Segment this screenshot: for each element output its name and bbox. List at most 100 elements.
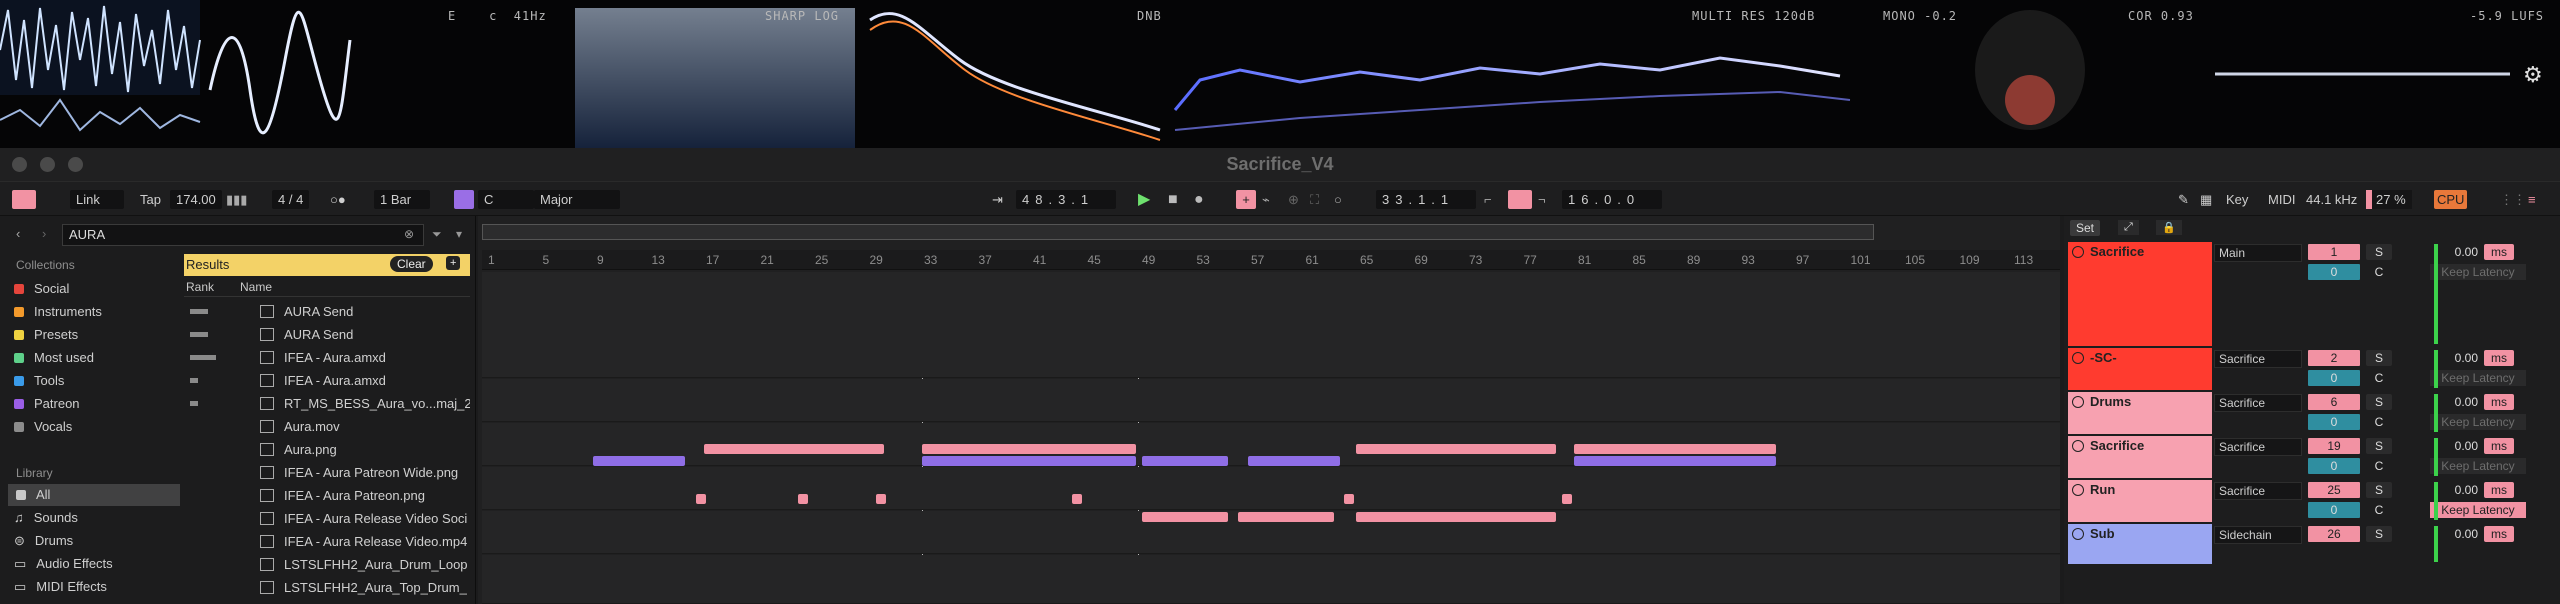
track-lane[interactable]: [482, 467, 2060, 510]
add-filter-icon[interactable]: +: [446, 256, 461, 270]
automation-icon[interactable]: ⌁: [1262, 190, 1270, 209]
result-item[interactable]: IFEA - Aura Patreon Wide.png: [184, 461, 470, 484]
collection-presets[interactable]: Presets: [14, 324, 78, 346]
solo-button[interactable]: S: [2366, 438, 2392, 454]
result-item[interactable]: IFEA - Aura Release Video.mp4: [184, 530, 470, 553]
stop-button[interactable]: ■: [1168, 190, 1178, 209]
result-item[interactable]: IFEA - Aura.amxd: [184, 369, 470, 392]
lock-icon[interactable]: 🔒: [2156, 220, 2182, 235]
solo-button[interactable]: S: [2366, 244, 2392, 260]
key-map-button[interactable]: Key: [2226, 190, 2248, 209]
track-activator-icon[interactable]: [2072, 528, 2084, 540]
draw-mode-icon[interactable]: ✎: [2178, 190, 2189, 209]
pan-value[interactable]: 0: [2308, 502, 2360, 518]
output-routing-select[interactable]: Sacrifice: [2214, 482, 2302, 500]
delay-unit-button[interactable]: ms: [2484, 482, 2514, 498]
overview-icon[interactable]: ⋮⋮: [2500, 190, 2526, 209]
follow-icon[interactable]: ⇥: [992, 190, 1003, 209]
nudge-icon[interactable]: ▮▮▮: [226, 190, 247, 209]
output-routing-select[interactable]: Sacrifice: [2214, 394, 2302, 412]
clip[interactable]: [1574, 444, 1776, 454]
result-item[interactable]: IFEA - Aura.amxd: [184, 346, 470, 369]
forward-icon[interactable]: ›: [42, 226, 46, 241]
track-activator-icon[interactable]: [2072, 440, 2084, 452]
clip[interactable]: [1238, 512, 1334, 522]
solo-button[interactable]: S: [2366, 350, 2392, 366]
gear-icon[interactable]: ⚙: [2523, 62, 2543, 88]
clip[interactable]: [922, 444, 1136, 454]
clip[interactable]: [922, 456, 1136, 466]
library-item-sounds[interactable]: ♫ Sounds: [14, 507, 78, 529]
keep-latency-button[interactable]: Keep Latency: [2430, 370, 2526, 386]
view-toggle-icon[interactable]: [12, 190, 36, 209]
collection-instruments[interactable]: Instruments: [14, 301, 102, 323]
solo-button[interactable]: S: [2366, 526, 2392, 542]
capture-icon[interactable]: ⛶: [1310, 190, 1319, 209]
track-number[interactable]: 19: [2308, 438, 2360, 454]
set-button[interactable]: Set: [2070, 220, 2101, 236]
library-item-audio-effects[interactable]: ▭ Audio Effects: [14, 553, 113, 575]
solo-button[interactable]: S: [2366, 394, 2392, 410]
result-item[interactable]: Aura.png: [184, 438, 470, 461]
result-item[interactable]: RT_MS_BESS_Aura_vo...maj_2: [184, 392, 470, 415]
collection-social[interactable]: Social: [14, 278, 69, 300]
record-button[interactable]: ●: [1194, 190, 1204, 209]
center-button[interactable]: C: [2366, 502, 2392, 518]
back-icon[interactable]: ‹: [16, 226, 20, 241]
clip[interactable]: [1574, 456, 1776, 466]
expand-icon[interactable]: ⤢: [2118, 220, 2139, 235]
filter-menu-icon[interactable]: ▾: [456, 227, 462, 241]
tap-button[interactable]: Tap: [140, 190, 161, 209]
loop-switch-icon[interactable]: [1508, 190, 1532, 209]
clip[interactable]: [1356, 512, 1556, 522]
key-root-select[interactable]: C: [478, 190, 534, 209]
track-number[interactable]: 6: [2308, 394, 2360, 410]
clip[interactable]: [1356, 444, 1556, 454]
track-activator-icon[interactable]: [2072, 484, 2084, 496]
pan-value[interactable]: 0: [2308, 458, 2360, 474]
delay-unit-button[interactable]: ms: [2484, 526, 2514, 542]
name-column-header[interactable]: Name: [240, 280, 272, 294]
link-button[interactable]: Link: [70, 190, 124, 209]
clip[interactable]: [1072, 494, 1082, 504]
clip[interactable]: [1142, 456, 1228, 466]
keep-latency-button[interactable]: Keep Latency: [2430, 264, 2526, 280]
clip[interactable]: [1344, 494, 1354, 504]
pan-value[interactable]: 0: [2308, 370, 2360, 386]
track-number[interactable]: 1: [2308, 244, 2360, 260]
center-button[interactable]: C: [2366, 414, 2392, 430]
quantize-select[interactable]: 1 Bar: [374, 190, 430, 209]
keep-latency-button[interactable]: Keep Latency: [2430, 414, 2526, 430]
overview-scrollbar[interactable]: [482, 224, 1874, 240]
filter-icon[interactable]: ⏷: [432, 227, 442, 242]
track-activator-icon[interactable]: [2072, 352, 2084, 364]
add-button[interactable]: +: [1236, 190, 1256, 209]
clip[interactable]: [593, 456, 685, 466]
center-button[interactable]: C: [2366, 264, 2392, 280]
metronome-button[interactable]: ○●: [330, 190, 346, 209]
search-input[interactable]: AURA: [62, 224, 424, 246]
keyboard-icon[interactable]: ▦: [2200, 190, 2212, 209]
collection-most-used[interactable]: Most used: [14, 347, 94, 369]
result-item[interactable]: LSTSLFHH2_Aura_Top_Drum_: [184, 576, 470, 599]
session-record-icon[interactable]: ○: [1334, 190, 1342, 209]
track-lane[interactable]: [482, 379, 2060, 422]
loop-start[interactable]: 33.1.1: [1376, 190, 1476, 209]
punch-out-icon[interactable]: ¬: [1538, 190, 1546, 209]
track-number[interactable]: 26: [2308, 526, 2360, 542]
loop-length[interactable]: 16.0.0: [1562, 190, 1662, 209]
collection-tools[interactable]: Tools: [14, 370, 64, 392]
clip[interactable]: [1562, 494, 1572, 504]
delay-unit-button[interactable]: ms: [2484, 244, 2514, 260]
clip[interactable]: [1142, 512, 1228, 522]
rank-column-header[interactable]: Rank: [186, 280, 214, 294]
result-item[interactable]: AURA Send: [184, 323, 470, 346]
track-lane[interactable]: [482, 272, 2060, 378]
result-item[interactable]: LSTSLFHH2_Aura_Drum_Loop: [184, 553, 470, 576]
keep-latency-button[interactable]: Keep Latency: [2430, 458, 2526, 474]
song-position[interactable]: 48.3.1: [1016, 190, 1116, 209]
arm-icon[interactable]: ⊕: [1288, 190, 1299, 209]
clear-search-icon[interactable]: ⊗: [404, 227, 414, 241]
clip[interactable]: [798, 494, 808, 504]
output-routing-select[interactable]: Sacrifice: [2214, 438, 2302, 456]
